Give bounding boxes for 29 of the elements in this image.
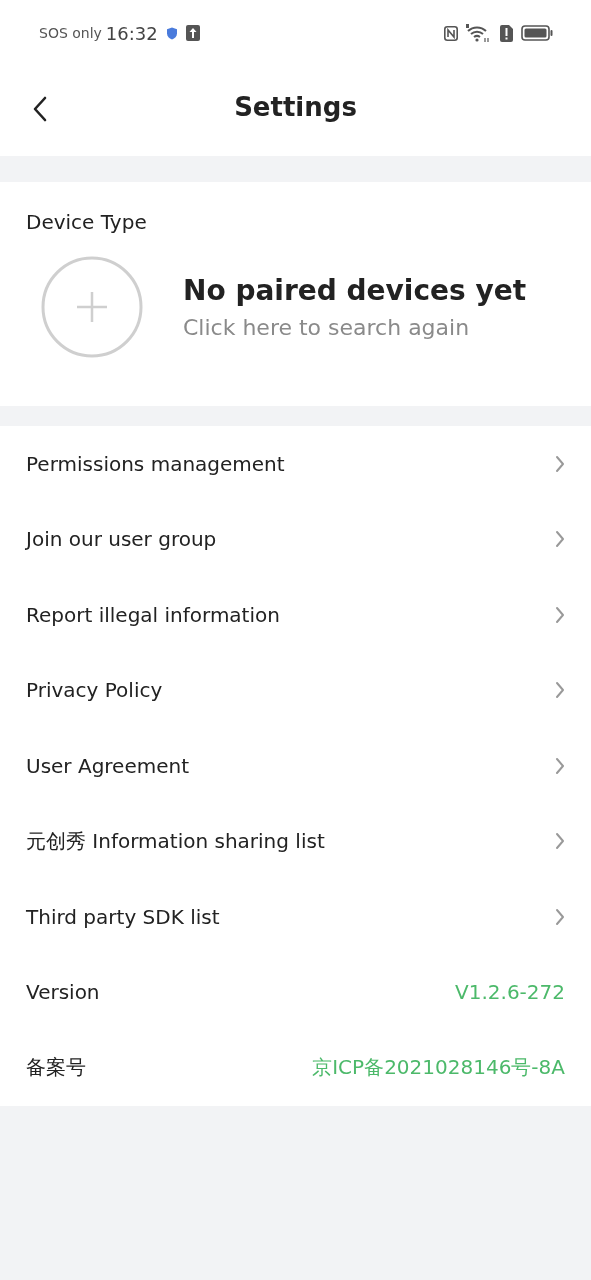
settings-row[interactable]: Join our user group: [0, 501, 591, 577]
chevron-icon: [555, 454, 565, 473]
sim-alert-icon: [500, 24, 513, 42]
info-value: 京ICP备2021028146号-8A: [312, 1054, 565, 1082]
wifi-icon: [466, 24, 492, 42]
settings-row[interactable]: 元创秀 Information sharing list: [0, 803, 591, 879]
settings-row[interactable]: Report illegal information: [0, 577, 591, 653]
shield-icon: [165, 26, 178, 40]
settings-row[interactable]: Privacy Policy: [0, 652, 591, 728]
settings-row[interactable]: User Agreement: [0, 728, 591, 804]
section-label: Device Type: [26, 210, 148, 234]
clock-time: 16:32: [105, 22, 158, 44]
chevron-icon: [555, 907, 565, 926]
page-title: Settings: [234, 92, 357, 122]
info-label: Version: [26, 980, 100, 1005]
chevron-icon: [555, 756, 565, 775]
chevron-icon: [555, 832, 565, 851]
upload-icon: [185, 25, 200, 41]
info-value: V1.2.6-272: [455, 980, 565, 1005]
carrier-text: SOS only: [39, 25, 102, 41]
battery-icon: [521, 25, 553, 41]
settings-row[interactable]: Permissions management: [0, 426, 591, 502]
info-label: 备案号: [26, 1054, 86, 1082]
settings-row[interactable]: Third party SDK list: [0, 879, 591, 955]
chevron-icon: [555, 681, 565, 700]
nfc-icon: [444, 25, 458, 41]
empty-state-title: No paired devices yet: [183, 274, 527, 307]
chevron-icon: [555, 530, 565, 549]
chevron-icon: [555, 605, 565, 624]
